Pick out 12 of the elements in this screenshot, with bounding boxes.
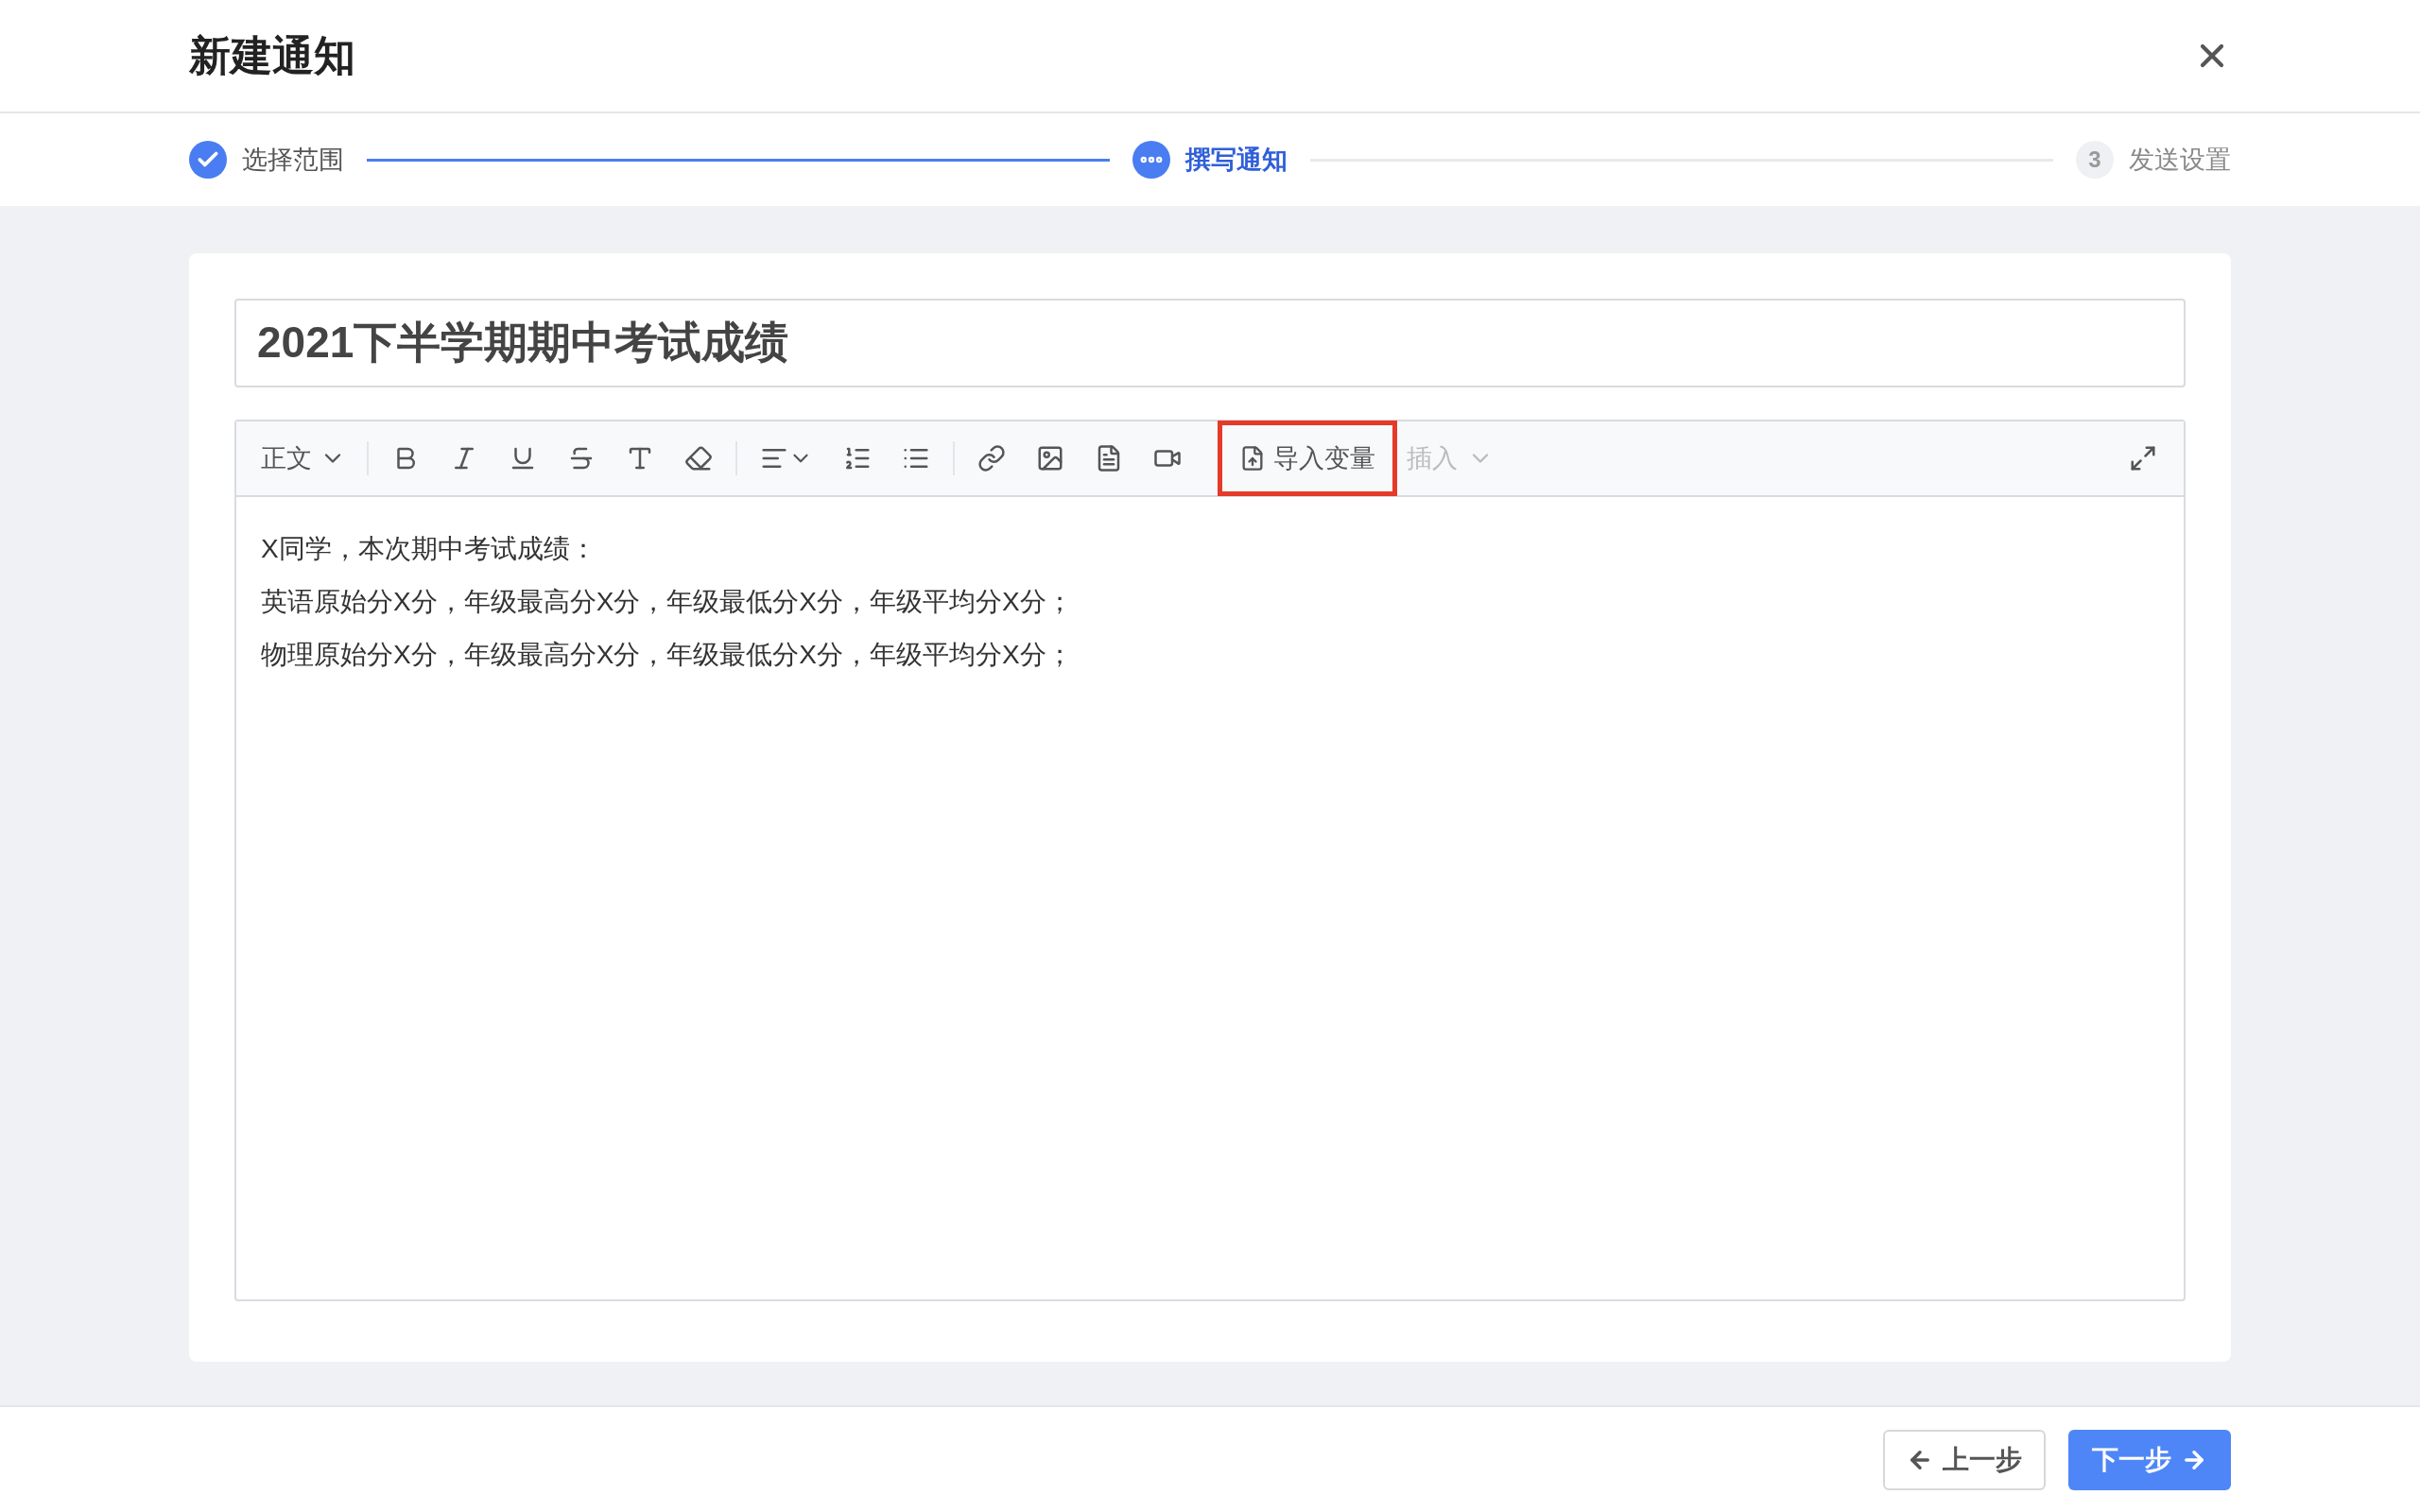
step-label: 发送设置 xyxy=(2129,144,2231,176)
editor-text: 英语原始分X分，年级最高分X分，年级最低分X分，年级平均分X分； xyxy=(261,586,1074,618)
import-variable-button[interactable]: 导入变量 xyxy=(1218,421,1397,496)
title-field[interactable]: 2021下半学期期中考试成绩 xyxy=(234,299,2186,387)
step-number: 3 xyxy=(2076,141,2114,179)
format-dropdown[interactable]: 正文 xyxy=(248,435,359,482)
dialog-title: 新建通知 xyxy=(189,31,355,80)
step-label: 撰写通知 xyxy=(1185,144,1288,176)
step-label: 选择范围 xyxy=(242,144,344,176)
editor-text: X同学，本次期中考试成绩： xyxy=(261,533,597,565)
editor-text: 物理原始分X分，年级最高分X分，年级最低分X分，年级平均分X分； xyxy=(261,639,1074,671)
previous-button[interactable]: 上一步 xyxy=(1883,1429,2046,1490)
